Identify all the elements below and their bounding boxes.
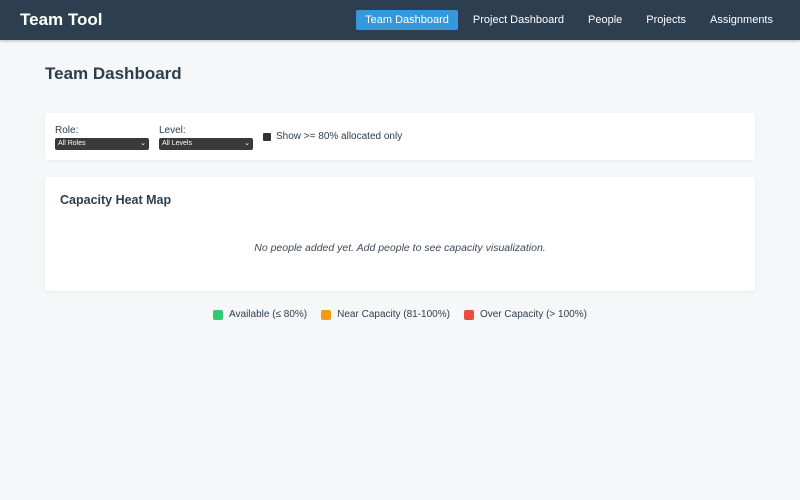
level-select-value: All Levels [162,140,192,147]
nav-people[interactable]: People [579,10,631,30]
nav-project-dashboard[interactable]: Project Dashboard [464,10,573,30]
nav-assignments[interactable]: Assignments [701,10,782,30]
page-title: Team Dashboard [45,64,182,83]
nav-team-dashboard[interactable]: Team Dashboard [356,10,458,30]
legend-item-near-capacity: Near Capacity (81-100%) [321,309,450,320]
level-select[interactable]: All Levels ⌄ [159,138,253,150]
chevron-down-icon: ⌄ [140,140,146,147]
capacity-legend: Available (≤ 80%) Near Capacity (81-100%… [0,309,800,320]
heatmap-empty-message: No people added yet. Add people to see c… [254,242,546,254]
legend-swatch-available [213,309,224,320]
heatmap-title: Capacity Heat Map [60,193,172,207]
app-title: Team Tool [20,10,103,29]
legend-label-available: Available (≤ 80%) [229,309,308,320]
allocated-only-toggle[interactable]: Show >= 80% allocated only [263,131,402,142]
legend-item-available: Available (≤ 80%) [213,309,307,320]
capacity-heatmap-panel: Capacity Heat Map No people added yet. A… [45,177,755,291]
legend-item-over-capacity: Over Capacity (> 100%) [463,309,587,320]
legend-label-over-capacity: Over Capacity (> 100%) [479,309,587,320]
allocated-only-label: Show >= 80% allocated only [276,131,403,142]
legend-swatch-near-capacity [321,309,332,320]
role-filter-label: Role: [55,125,79,136]
chevron-down-icon: ⌄ [244,140,250,147]
allocated-only-checkbox[interactable] [263,132,271,141]
role-filter: Role: All Roles ⌄ [55,125,149,150]
level-filter-label: Level: [159,125,186,136]
legend-label-near-capacity: Near Capacity (81-100%) [337,309,450,320]
top-navbar: Team Tool Team Dashboard Project Dashboa… [0,0,800,40]
nav-projects[interactable]: Projects [637,10,695,30]
legend-swatch-over-capacity [463,309,474,320]
role-select-value: All Roles [58,140,86,147]
filters-panel: Role: All Roles ⌄ Level: All Levels ⌄ Sh… [45,113,755,160]
role-select[interactable]: All Roles ⌄ [55,138,149,150]
level-filter: Level: All Levels ⌄ [159,125,253,150]
main-nav: Team Dashboard Project Dashboard People … [350,10,782,30]
